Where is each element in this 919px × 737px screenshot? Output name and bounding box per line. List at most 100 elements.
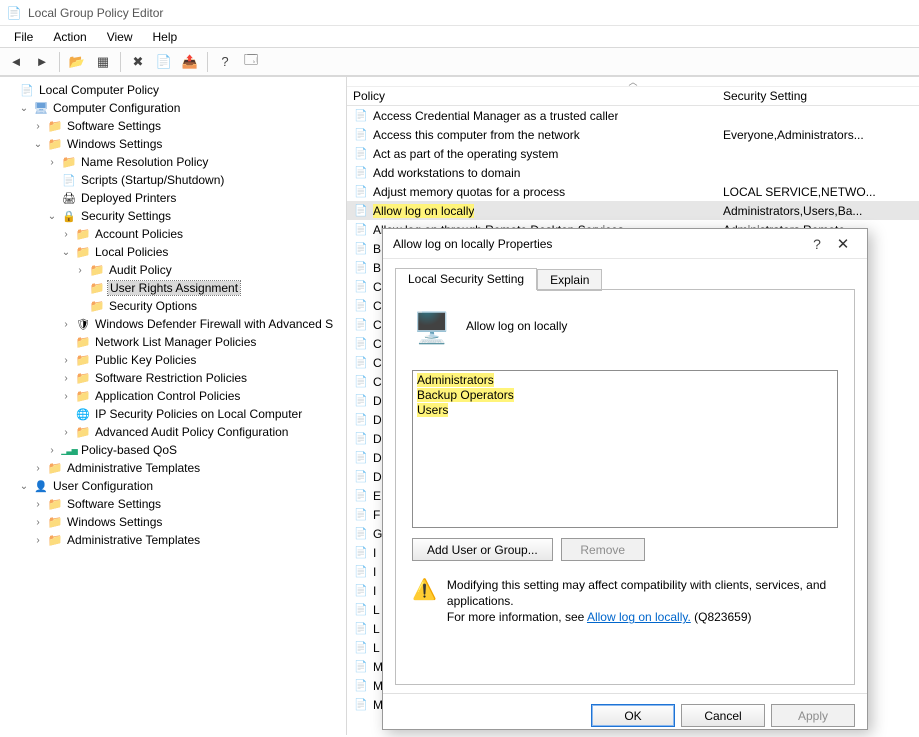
policy-item-icon [353,640,369,656]
policy-name-text: C [373,318,382,332]
tree-name-resolution-policy[interactable]: ›Name Resolution Policy [46,153,346,171]
tree-deployed-printers[interactable]: ·Deployed Printers [46,189,346,207]
policy-item-icon [353,374,369,390]
warning-link[interactable]: Allow log on locally. [587,610,691,624]
tree-computer-configuration[interactable]: ⌄ Computer Configuration [18,99,346,117]
add-user-or-group-button[interactable]: Add User or Group... [412,538,553,561]
app-icon: 📄 [6,5,22,21]
forward-icon[interactable]: ► [30,51,54,73]
policy-item-icon [353,184,369,200]
policy-name-text: I [373,546,376,560]
tree-software-restriction-policies[interactable]: ›Software Restriction Policies [60,369,346,387]
member-item[interactable]: Administrators [417,373,494,387]
col-header-policy[interactable]: Policy [347,89,717,103]
tab-explain[interactable]: Explain [537,269,602,291]
policy-name: Allow log on locally [466,319,567,333]
policy-name-text: L [373,641,380,655]
policy-name-text: C [373,337,382,351]
tree-scripts[interactable]: ·Scripts (Startup/Shutdown) [46,171,346,189]
policy-item-icon [353,526,369,542]
tree-advanced-audit-policy[interactable]: ›Advanced Audit Policy Configuration [60,423,346,441]
policy-name-text: D [373,470,382,484]
menu-view[interactable]: View [97,28,143,46]
tree-public-key-policies[interactable]: ›Public Key Policies [60,351,346,369]
tree-uc-windows-settings[interactable]: ›Windows Settings [32,513,346,531]
policy-item-icon [353,260,369,276]
policy-name-text: Adjust memory quotas for a process [373,185,565,199]
tree-security-options[interactable]: ·Security Options [74,297,346,315]
policy-item-icon [353,127,369,143]
cancel-button[interactable]: Cancel [681,704,765,727]
policy-item-icon [353,241,369,257]
tree-uc-software-settings[interactable]: ›Software Settings [32,495,346,513]
tab-local-security-setting[interactable]: Local Security Setting [395,268,537,290]
show-hide-icon[interactable]: ▦ [91,51,115,73]
policy-row[interactable]: Add workstations to domain [347,163,919,182]
tree-cc-admin-templates[interactable]: ›Administrative Templates [32,459,346,477]
delete-icon[interactable]: ✖ [126,51,150,73]
policy-item-icon [353,279,369,295]
policy-item-icon [353,108,369,124]
tree-uc-admin-templates[interactable]: ›Administrative Templates [32,531,346,549]
apply-button[interactable]: Apply [771,704,855,727]
member-item[interactable]: Users [417,403,448,417]
policy-row[interactable]: Access this computer from the networkEve… [347,125,919,144]
collapse-grip-icon[interactable]: ︿ [347,77,919,87]
policy-item-icon [353,393,369,409]
policy-item-icon [353,222,369,238]
tree-policy-based-qos[interactable]: ›Policy-based QoS [46,441,346,459]
ok-button[interactable]: OK [591,704,675,727]
tree-user-rights-assignment[interactable]: ·User Rights Assignment [74,279,346,297]
policy-name-text: D [373,432,382,446]
member-item[interactable]: Backup Operators [417,388,514,402]
tree-security-settings[interactable]: ⌄Security Settings [46,207,346,225]
policy-row[interactable]: Allow log on locallyAdministrators,Users… [347,201,919,220]
policy-item-icon [353,564,369,580]
window-title: Local Group Policy Editor [28,6,163,20]
policy-item-icon [353,298,369,314]
policy-item-icon [353,203,369,219]
tree-root[interactable]: ▾ Local Computer Policy [4,81,346,99]
policy-setting-text: LOCAL SERVICE,NETWO... [717,185,919,199]
dialog-close-icon[interactable]: ✕ [829,235,857,253]
policy-item-icon [353,469,369,485]
back-icon[interactable]: ◄ [4,51,28,73]
list-header[interactable]: Policy Security Setting [347,87,919,106]
members-listbox[interactable]: AdministratorsBackup OperatorsUsers [412,370,838,528]
dialog-help-icon[interactable]: ? [805,236,829,252]
policy-row[interactable]: Access Credential Manager as a trusted c… [347,106,919,125]
policy-item-icon [353,355,369,371]
policy-name-text: L [373,622,380,636]
warning-icon: ⚠️ [412,577,437,626]
policy-item-icon [353,659,369,675]
dialog-title-bar[interactable]: Allow log on locally Properties ? ✕ [383,229,867,259]
policy-row[interactable]: Act as part of the operating system [347,144,919,163]
tree-local-policies[interactable]: ⌄Local Policies [60,243,346,261]
tree-application-control-policies[interactable]: ›Application Control Policies [60,387,346,405]
tree-network-list-manager-policies[interactable]: ·Network List Manager Policies [60,333,346,351]
properties-icon[interactable]: 📄 [152,51,176,73]
policy-name-text: C [373,356,382,370]
tree-windows-defender-firewall[interactable]: ›Windows Defender Firewall with Advanced… [60,315,346,333]
tree-pane[interactable]: ▾ Local Computer Policy ⌄ Computer Confi… [0,77,347,735]
up-icon[interactable]: 📂 [65,51,89,73]
col-header-setting[interactable]: Security Setting [717,89,919,103]
remove-button[interactable]: Remove [561,538,645,561]
policy-item-icon [353,412,369,428]
tree-account-policies[interactable]: ›Account Policies [60,225,346,243]
policy-row[interactable]: Adjust memory quotas for a process LOCAL … [347,182,919,201]
menu-file[interactable]: File [4,28,43,46]
tree-user-configuration[interactable]: ⌄User Configuration [18,477,346,495]
tree-ip-security-policies[interactable]: ·IP Security Policies on Local Computer [60,405,346,423]
policy-item-icon [353,431,369,447]
policy-setting-text: Everyone,Administrators... [717,128,919,142]
policy-name-text: C [373,280,382,294]
export-icon[interactable]: 📤 [178,51,202,73]
menu-action[interactable]: Action [43,28,96,46]
tree-cc-windows-settings[interactable]: ⌄Windows Settings [32,135,346,153]
tree-audit-policy[interactable]: ›Audit Policy [74,261,346,279]
menu-help[interactable]: Help [143,28,188,46]
tree-cc-software-settings[interactable]: ›Software Settings [32,117,346,135]
filter-icon[interactable]: 🗔 [239,51,263,73]
help-icon[interactable]: ? [213,51,237,73]
